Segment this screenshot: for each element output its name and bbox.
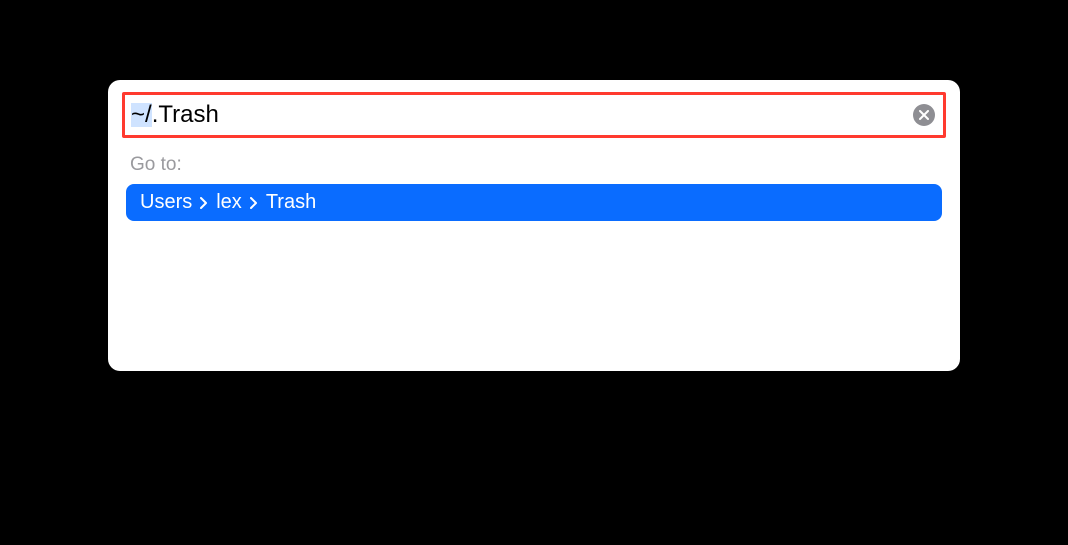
breadcrumb-segment: Trash xyxy=(266,191,316,214)
dialog-spacer xyxy=(108,231,960,371)
breadcrumb-segment: Users xyxy=(140,191,192,214)
path-input-container[interactable]: ~/.Trash xyxy=(122,92,946,138)
clear-input-button[interactable] xyxy=(913,104,935,126)
path-result-row[interactable]: Users lex Trash xyxy=(126,184,942,221)
path-input-selected-text: ~/ xyxy=(131,103,152,127)
chevron-right-icon xyxy=(200,197,208,209)
goto-section-label: Go to: xyxy=(108,148,960,184)
breadcrumb-segment: lex xyxy=(216,191,242,214)
chevron-right-icon xyxy=(250,197,258,209)
close-icon xyxy=(919,110,929,120)
path-input-trailing-text: .Trash xyxy=(152,103,219,127)
path-input[interactable]: ~/.Trash xyxy=(131,103,913,127)
goto-folder-dialog: ~/.Trash Go to: Users lex Trash xyxy=(108,80,960,371)
